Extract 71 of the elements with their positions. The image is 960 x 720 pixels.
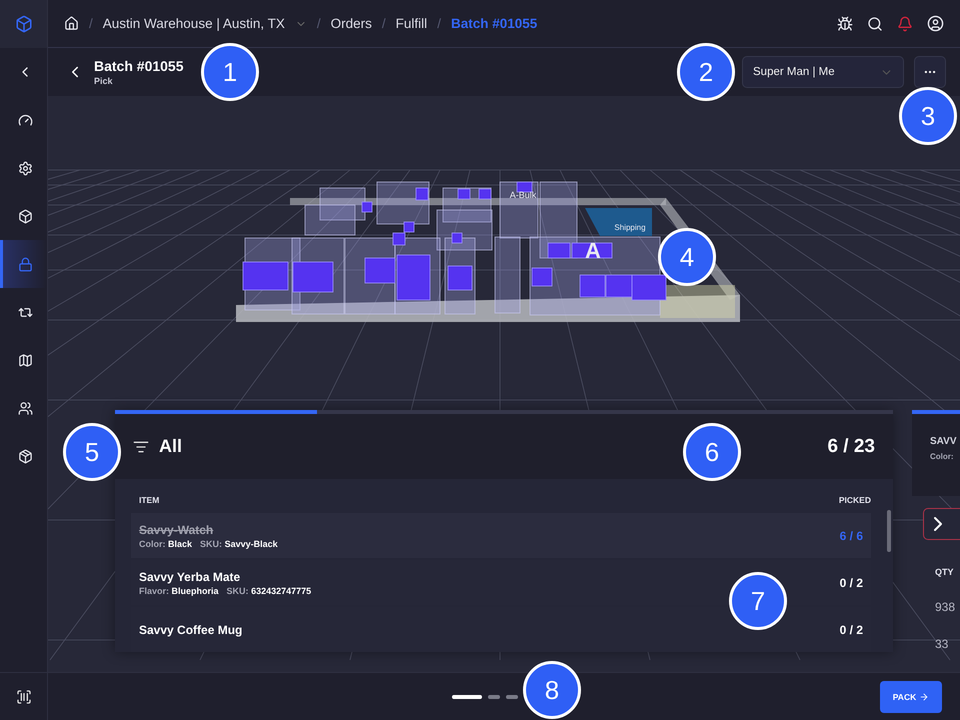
column-header: PICKED [838,495,871,505]
breadcrumb-separator: / [437,16,441,31]
bell-icon[interactable] [897,16,913,32]
shelf-rack[interactable] [436,210,492,250]
user-icon[interactable] [927,15,944,32]
gauge-icon[interactable] [18,112,32,128]
shelf-rack[interactable] [500,182,538,238]
qty-header: QTY [935,567,954,577]
qty-value: 33 [935,637,948,651]
item-name: Savvy-Watch [139,522,214,536]
breadcrumb-link[interactable]: Austin Warehouse | Austin, TX [102,16,285,31]
shelf-rack[interactable] [494,236,520,314]
inventory-bin[interactable] [416,188,428,200]
map-label: A [585,238,601,263]
callout-number: 4 [658,228,716,286]
scrollbar[interactable] [887,510,891,552]
shelf-rack[interactable] [304,204,356,236]
inventory-bin[interactable] [516,182,532,192]
bug-icon[interactable] [837,16,853,32]
item-attribute: Flavor: Bluephoria [139,586,219,596]
callout-number: 5 [63,423,121,481]
arrow-right-icon[interactable] [919,692,930,702]
card-attribute: Color: [930,452,955,461]
callout-number: 3 [899,87,957,145]
next-button[interactable] [923,508,960,540]
inventory-bin[interactable] [572,242,612,258]
item-attribute: SKU: Savvy-Black [200,538,278,548]
inventory-bin[interactable] [478,188,492,200]
item-name: Savvy Yerba Mate [139,570,242,584]
shelf-rack[interactable] [376,182,430,224]
breadcrumb-separator: / [89,16,93,31]
map-icon[interactable] [18,352,32,368]
column-header: ITEM [139,495,160,505]
breadcrumb-link[interactable]: Fulfill [396,16,428,31]
filter-label[interactable]: All [159,436,182,457]
cube-logo-icon[interactable] [14,15,32,33]
package-icon[interactable] [18,448,32,464]
picked-quantity: 0 / 2 [840,622,863,636]
inventory-bin[interactable] [548,242,570,258]
cube-icon[interactable] [18,208,32,224]
inventory-bin[interactable] [632,274,666,300]
more-button[interactable] [914,56,946,88]
map-label: Shipping [614,223,646,232]
map-label: A-Bulk [510,190,536,200]
staging-zone[interactable] [660,285,735,318]
batch-subtitle: Pick [94,76,114,86]
item-attribute: Color: Black [139,538,192,548]
batch-title: Batch #01055 [94,58,184,74]
inventory-bin[interactable] [606,274,632,298]
barcode-scan-icon[interactable] [16,688,32,704]
pack-button[interactable]: PACK [880,681,942,713]
picked-quantity: 6 / 6 [840,528,863,542]
item-attribute: SKU: 632432747775 [226,586,312,596]
qty-value: 938 [935,600,956,614]
user-select[interactable]: Super Man | Me [742,56,904,88]
picked-quantity: 0 / 2 [840,576,863,590]
gear-icon[interactable] [18,160,32,176]
breadcrumb-separator: / [382,16,386,31]
inventory-bin[interactable] [362,202,372,212]
item-row[interactable]: Savvy-Watch Color: Black SKU: Savvy-Black 6 / 6 [131,513,871,558]
shelf-rack[interactable] [320,188,366,220]
filter-icon[interactable] [133,438,149,454]
search-icon[interactable] [867,16,883,32]
inventory-bin[interactable] [458,188,470,200]
picked-count: 6 / 23 [827,436,875,458]
item-name: Savvy Coffee Mug [139,622,242,636]
people-icon[interactable] [18,400,32,416]
home-icon[interactable] [64,16,79,31]
breadcrumb-link[interactable]: Orders [330,16,372,31]
card-title: SAVV [930,436,958,447]
breadcrumb-separator: / [316,16,321,31]
